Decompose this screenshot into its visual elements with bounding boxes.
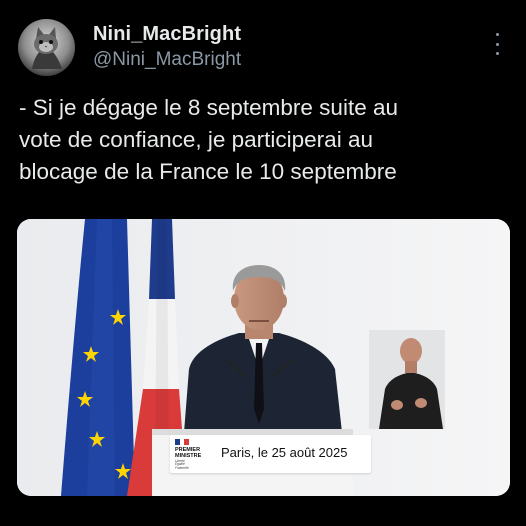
tweet-text: - Si je dégage le 8 septembre suite au v… — [19, 92, 509, 188]
tweet-text-line: vote de confiance, je participerai au — [19, 127, 373, 152]
author-handle[interactable]: @Nini_MacBright — [93, 49, 241, 71]
more-options-icon[interactable] — [490, 33, 504, 55]
tweet-card[interactable]: Nini_MacBright @Nini_MacBright - Si je d… — [0, 0, 526, 526]
cat-avatar-icon[interactable] — [18, 19, 75, 76]
tweet-media-image[interactable]: PREMIER MINISTRE Liberté Égalité Fratern… — [17, 219, 510, 496]
location-date-caption: PREMIER MINISTRE Liberté Égalité Fratern… — [170, 435, 371, 473]
author-display-name[interactable]: Nini_MacBright — [93, 23, 241, 46]
sign-language-interpreter-inset — [369, 330, 445, 429]
tweet-text-line: blocage de la France le 10 septembre — [19, 159, 397, 184]
republique-francaise-logo: PREMIER MINISTRE Liberté Égalité Fratern… — [175, 439, 213, 470]
tweet-text-line: - Si je dégage le 8 septembre suite au — [19, 95, 398, 120]
caption-text: Paris, le 25 août 2025 — [221, 445, 348, 460]
